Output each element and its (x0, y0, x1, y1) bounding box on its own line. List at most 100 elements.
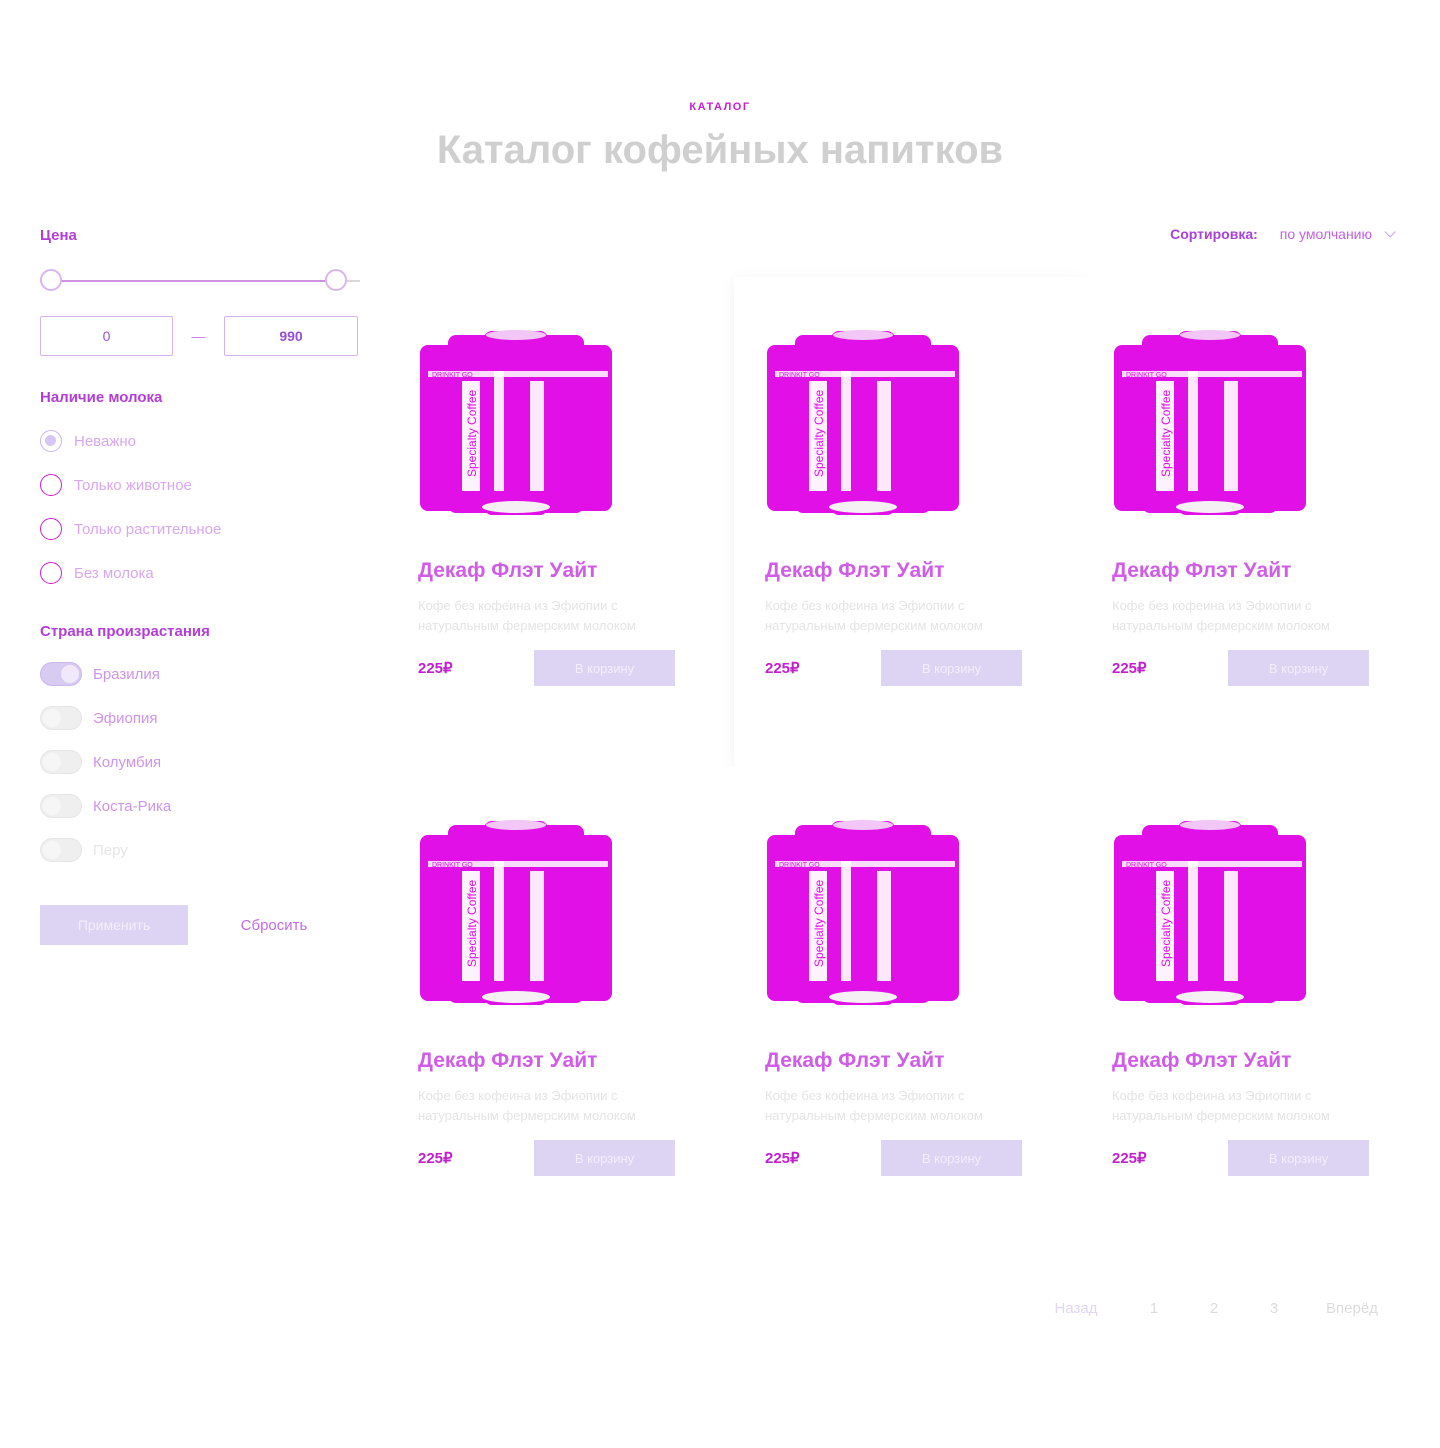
can-label-text: Specialty Coffee (812, 880, 826, 967)
product-title[interactable]: Декаф Флэт Уайт (418, 558, 703, 584)
toggle-switch[interactable] (40, 794, 82, 818)
milk-option-any[interactable]: Неважно (40, 429, 360, 453)
can-label-text: Specialty Coffee (465, 880, 479, 967)
product-image: DRINKIT GO Specialty Coffee (420, 820, 612, 1005)
product-price: 225₽ (765, 1150, 800, 1167)
product-price: 225₽ (1112, 1150, 1147, 1167)
pagination-next[interactable]: Вперёд (1304, 1286, 1400, 1330)
toggle-switch[interactable] (40, 750, 82, 774)
country-toggle-group: Бразилия Эфиопия Колумбия Коста-Рика Пер… (40, 661, 360, 863)
sort-select[interactable]: по умолчанию (1280, 226, 1372, 242)
milk-radio-group: Неважно Только животное Только раститель… (40, 429, 360, 585)
toggle-label: Коста-Рика (93, 797, 172, 815)
catalog-eyebrow: КАТАЛОГ (689, 101, 751, 113)
radio-label: Только растительное (74, 520, 222, 538)
sort-control[interactable]: Сортировка: по умолчанию (1170, 226, 1396, 242)
product-card[interactable]: DRINKIT GO Specialty Coffee Декаф Флэт У… (387, 277, 734, 767)
radio-button[interactable] (40, 474, 62, 496)
country-option-brazil[interactable]: Бразилия (40, 661, 360, 687)
country-option-costa-rica[interactable]: Коста-Рика (40, 793, 360, 819)
can-brand-text: DRINKIT GO (779, 372, 820, 379)
add-to-cart-button[interactable]: В корзину (1228, 650, 1369, 686)
product-title[interactable]: Декаф Флэт Уайт (765, 558, 1050, 584)
product-footer: 225₽ В корзину (1112, 1140, 1369, 1176)
toggle-switch[interactable] (40, 838, 82, 862)
apply-filters-button[interactable]: Применить (40, 905, 188, 945)
add-to-cart-button[interactable]: В корзину (881, 650, 1022, 686)
country-option-ethiopia[interactable]: Эфиопия (40, 705, 360, 731)
price-min-input[interactable] (40, 316, 173, 356)
page-title: Каталог кофейных напитков (436, 128, 1004, 172)
milk-option-animal[interactable]: Только животное (40, 473, 360, 497)
milk-filter-heading: Наличие молока (40, 389, 163, 406)
toggle-label: Бразилия (93, 665, 160, 683)
product-footer: 225₽ В корзину (765, 1140, 1022, 1176)
radio-button[interactable] (40, 430, 62, 452)
radio-button[interactable] (40, 518, 62, 540)
product-price: 225₽ (418, 1150, 453, 1167)
can-label-text: Specialty Coffee (465, 390, 479, 477)
product-card[interactable]: DRINKIT GO Specialty Coffee Декаф Флэт У… (734, 277, 1081, 767)
can-brand-text: DRINKIT GO (1126, 372, 1167, 379)
add-to-cart-button[interactable]: В корзину (534, 1140, 675, 1176)
toggle-switch[interactable] (40, 706, 82, 730)
price-max-input[interactable] (224, 316, 358, 356)
product-description: Кофе без кофеина из Эфиопии с натуральны… (418, 1088, 636, 1123)
can-brand-text: DRINKIT GO (432, 372, 473, 379)
price-range-fill (51, 280, 336, 282)
price-max-handle[interactable] (325, 269, 347, 291)
product-image: DRINKIT GO Specialty Coffee (1114, 330, 1306, 515)
pagination-page-3[interactable]: 3 (1244, 1286, 1304, 1330)
country-option-colombia[interactable]: Колумбия (40, 749, 360, 775)
price-min-handle[interactable] (40, 269, 62, 291)
price-separator: — (191, 328, 206, 344)
toggle-label: Колумбия (93, 753, 162, 771)
product-footer: 225₽ В корзину (1112, 650, 1369, 686)
can-brand-text: DRINKIT GO (779, 862, 820, 869)
product-card[interactable]: DRINKIT GO Specialty Coffee Декаф Флэт У… (1081, 767, 1428, 1257)
product-card[interactable]: DRINKIT GO Specialty Coffee Декаф Флэт У… (387, 767, 734, 1257)
product-description: Кофе без кофеина из Эфиопии с натуральны… (418, 598, 636, 633)
pagination-page-1[interactable]: 1 (1124, 1286, 1184, 1330)
country-filter-heading: Страна произрастания (40, 623, 210, 640)
pagination-prev[interactable]: Назад (1028, 1286, 1124, 1330)
can-brand-text: DRINKIT GO (1126, 862, 1167, 869)
product-description: Кофе без кофеина из Эфиопии с натуральны… (765, 1088, 983, 1123)
product-footer: 225₽ В корзину (418, 650, 675, 686)
product-card[interactable]: DRINKIT GO Specialty Coffee Декаф Флэт У… (734, 767, 1081, 1257)
can-brand-text: DRINKIT GO (432, 862, 473, 869)
pagination-page-2[interactable]: 2 (1184, 1286, 1244, 1330)
toggle-label: Перу (93, 841, 128, 859)
product-description: Кофе без кофеина из Эфиопии с натуральны… (1112, 598, 1330, 633)
radio-label: Неважно (74, 432, 136, 450)
price-filter-heading: Цена (40, 227, 77, 244)
product-title[interactable]: Декаф Флэт Уайт (765, 1048, 1050, 1074)
product-image: DRINKIT GO Specialty Coffee (1114, 820, 1306, 1005)
milk-option-none[interactable]: Без молока (40, 561, 360, 585)
add-to-cart-button[interactable]: В корзину (1228, 1140, 1369, 1176)
product-image: DRINKIT GO Specialty Coffee (767, 820, 959, 1005)
country-option-peru[interactable]: Перу (40, 837, 360, 863)
milk-option-plant[interactable]: Только растительное (40, 517, 360, 541)
product-price: 225₽ (1112, 660, 1147, 677)
radio-button[interactable] (40, 562, 62, 584)
product-price: 225₽ (418, 660, 453, 677)
add-to-cart-button[interactable]: В корзину (881, 1140, 1022, 1176)
product-title[interactable]: Декаф Флэт Уайт (1112, 558, 1397, 584)
sort-label: Сортировка: (1170, 226, 1258, 242)
add-to-cart-button[interactable]: В корзину (534, 650, 675, 686)
product-title[interactable]: Декаф Флэт Уайт (1112, 1048, 1397, 1074)
chevron-down-icon[interactable] (1384, 226, 1396, 238)
product-card[interactable]: DRINKIT GO Specialty Coffee Декаф Флэт У… (1081, 277, 1428, 767)
product-price: 225₽ (765, 660, 800, 677)
radio-label: Только животное (74, 476, 192, 494)
toggle-switch[interactable] (40, 662, 82, 686)
price-range-slider[interactable] (40, 269, 360, 291)
reset-filters-button[interactable]: Сбросить (188, 905, 360, 945)
can-label-text: Specialty Coffee (812, 390, 826, 477)
pagination: Назад 1 2 3 Вперёд (1028, 1286, 1400, 1330)
product-footer: 225₽ В корзину (418, 1140, 675, 1176)
product-title[interactable]: Декаф Флэт Уайт (418, 1048, 703, 1074)
product-grid: DRINKIT GO Specialty Coffee Декаф Флэт У… (387, 277, 1428, 1257)
product-image: DRINKIT GO Specialty Coffee (767, 330, 959, 515)
